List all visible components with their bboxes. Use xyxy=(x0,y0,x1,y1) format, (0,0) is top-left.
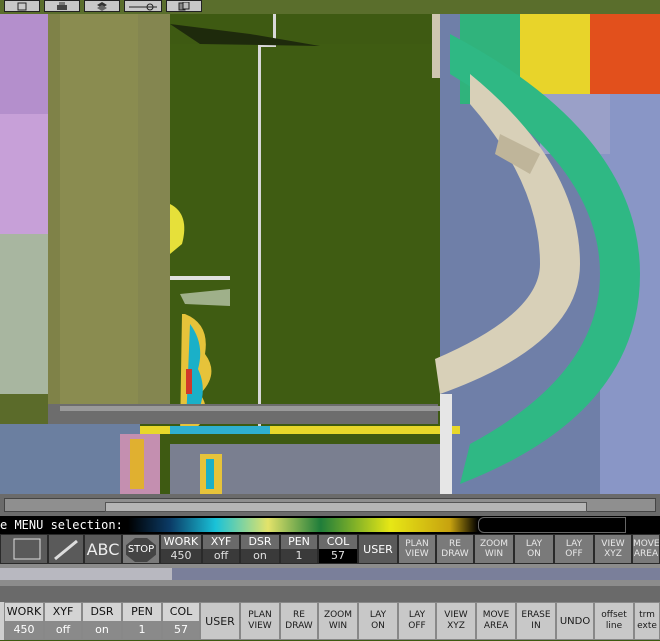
bottom-view-xyz-button[interactable]: VIEW XYZ xyxy=(436,602,476,640)
scroll-track[interactable] xyxy=(4,498,656,512)
bottom-user-button[interactable]: USER xyxy=(200,602,240,640)
bottom-move-area-button[interactable]: MOVE AREA xyxy=(476,602,516,640)
bottom-undo-button[interactable]: UNDO xyxy=(556,602,594,640)
bottom-status-xyf[interactable]: XYF off xyxy=(44,602,82,640)
status-work: WORK 450 xyxy=(160,534,202,564)
horizontal-scrollbar[interactable] xyxy=(0,494,660,516)
command-row-ghost xyxy=(0,586,660,602)
bottom-lay-off-button[interactable]: LAY OFF xyxy=(398,602,436,640)
bottom-erase-in-button[interactable]: ERASE IN xyxy=(516,602,556,640)
scroll-thumb[interactable] xyxy=(105,502,587,512)
cad-drawing xyxy=(0,14,660,494)
bottom-status-work: WORK 450 xyxy=(4,602,44,640)
top-toolbar xyxy=(0,0,660,14)
stop-button[interactable]: STOP xyxy=(122,534,160,564)
redraw-button[interactable]: RE DRAW xyxy=(436,534,474,564)
secondary-scrollbar[interactable] xyxy=(0,564,660,586)
status-xyf[interactable]: XYF off xyxy=(202,534,240,564)
status-dsr[interactable]: DSR on xyxy=(240,534,280,564)
status-col[interactable]: COL 57 xyxy=(318,534,358,564)
bottom-offset-line-button[interactable]: offset line xyxy=(594,602,634,640)
bottom-zoom-win-button[interactable]: ZOOM WIN xyxy=(318,602,358,640)
layers-icon[interactable] xyxy=(84,0,120,12)
lay-off-button[interactable]: LAY OFF xyxy=(554,534,594,564)
text-tool-button[interactable]: ABC xyxy=(84,534,122,564)
lay-on-button[interactable]: LAY ON xyxy=(514,534,554,564)
prompt-input[interactable] xyxy=(478,517,626,533)
view-xyz-button[interactable]: VIEW XYZ xyxy=(594,534,632,564)
pencil-icon[interactable] xyxy=(48,534,84,564)
select-tool-icon[interactable] xyxy=(0,534,48,564)
secondary-scroll-thumb[interactable] xyxy=(172,568,660,580)
command-prompt: e MENU selection: xyxy=(0,516,660,534)
color-gradient-bar xyxy=(128,518,478,532)
file-icon[interactable] xyxy=(4,0,40,12)
move-area-button[interactable]: MOVE AREA xyxy=(632,534,660,564)
bottom-plan-view-button[interactable]: PLAN VIEW xyxy=(240,602,280,640)
prompt-text: e MENU selection: xyxy=(0,518,123,532)
bottom-status-dsr[interactable]: DSR on xyxy=(82,602,122,640)
print-icon[interactable] xyxy=(44,0,80,12)
line-tool-icon[interactable] xyxy=(124,0,162,12)
drawing-canvas[interactable] xyxy=(0,14,660,494)
plan-view-button[interactable]: PLAN VIEW xyxy=(398,534,436,564)
command-row-1: ABC STOP WORK 450 XYF off DSR on PEN 1 COL 57… xyxy=(0,534,660,564)
bottom-command-row: WORK 450 XYF off DSR on PEN 1 COL 57 USER PLA… xyxy=(0,602,660,640)
bottom-trim-extend-button[interactable]: trm exte xyxy=(634,602,660,640)
zoom-win-button[interactable]: ZOOM WIN xyxy=(474,534,514,564)
stop-label: STOP xyxy=(126,538,156,562)
bottom-redraw-button[interactable]: RE DRAW xyxy=(280,602,318,640)
status-pen[interactable]: PEN 1 xyxy=(280,534,318,564)
bottom-status-pen[interactable]: PEN 1 xyxy=(122,602,162,640)
bottom-lay-on-button[interactable]: LAY ON xyxy=(358,602,398,640)
copy-icon[interactable] xyxy=(166,0,202,12)
bottom-status-col[interactable]: COL 57 xyxy=(162,602,200,640)
user-button[interactable]: USER xyxy=(358,534,398,564)
